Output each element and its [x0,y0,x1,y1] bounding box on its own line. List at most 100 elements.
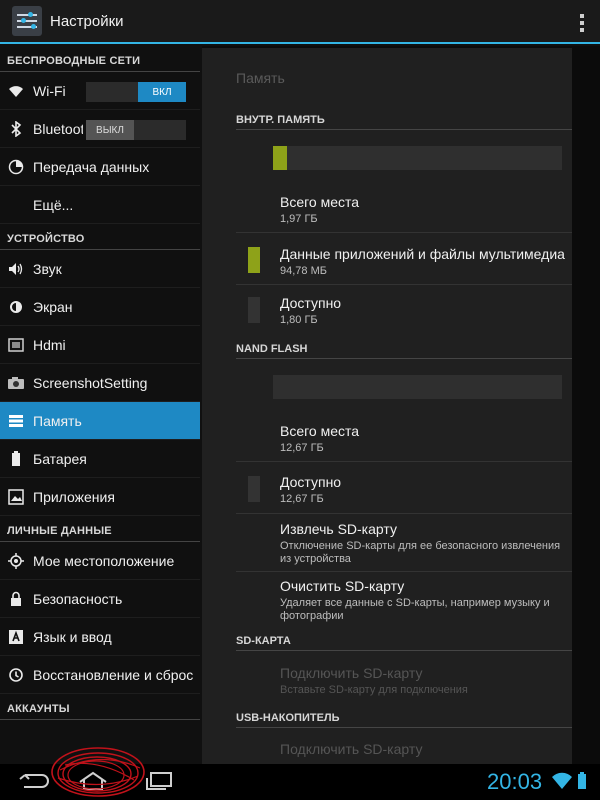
pref-title: Всего места [280,194,360,210]
location-icon [7,552,25,570]
internal-total: Всего места 1,97 ГБ [280,194,570,226]
pref-summary: Удаляет все данные с SD-карты, например … [280,597,550,622]
pref-summary: Вставьте SD-карту для подключения [280,684,468,696]
nand-usage-bar [273,375,562,399]
sidebar-item-label: Память [33,412,82,429]
sidebar-item-label: Батарея [33,450,87,467]
section-sd-card: SD-КАРТА [236,635,572,651]
sidebar-item-label: ScreenshotSetting [33,374,148,391]
panel-title: Память [236,70,285,86]
pref-title: Очистить SD-карту [280,578,405,594]
section-accounts: АККАУНТЫ [0,694,200,720]
sidebar-item-hdmi[interactable]: Hdmi [0,326,200,364]
data-usage-icon [7,158,25,176]
pref-value: 1,97 ГБ [280,213,318,225]
settings-app-icon[interactable] [12,6,42,36]
sidebar-item-label: Wi-Fi [33,82,66,99]
pref-title: Подключить SD-карту [280,665,423,681]
available-color-swatch [248,476,260,502]
toggle-state: ВКЛ [138,82,186,102]
internal-usage-fill [273,146,287,170]
pref-value: 12,67 ГБ [280,442,324,454]
section-internal-storage: ВНУТР. ПАМЯТЬ [236,114,572,130]
toggle-state: ВЫКЛ [86,120,134,140]
overflow-menu-icon[interactable] [580,14,584,32]
home-icon[interactable] [76,770,110,797]
sidebar-item-label: Приложения [33,488,115,505]
storage-icon [7,412,25,430]
sidebar-item-label: Восстановление и сброс [33,666,194,683]
erase-sd-button[interactable]: Очистить SD-карту Удаляет все данные с S… [280,578,570,623]
system-bar: 20:03 [0,764,600,800]
sidebar-item-apps[interactable]: Приложения [0,478,200,516]
pref-summary: Отключение SD-карты для ее безопасного и… [280,540,561,565]
wifi-icon [7,82,25,100]
mount-usb-button[interactable]: Подключить SD-карту [280,741,570,757]
sidebar-item-label: Безопасность [33,590,123,607]
internal-available: Доступно 1,80 ГБ [280,295,570,327]
sidebar-item-label: Hdmi [33,336,66,353]
sidebar-item-location[interactable]: Мое местоположение [0,542,200,580]
section-nand-flash: NAND FLASH [236,343,572,359]
action-bar: Настройки [0,0,600,44]
sidebar-item-sound[interactable]: Звук [0,250,200,288]
backup-icon [7,666,25,684]
pref-title: Подключить SD-карту [280,741,423,757]
battery-icon [7,450,25,468]
bluetooth-toggle[interactable]: ВЫКЛ [86,120,186,140]
pref-value: 1,80 ГБ [280,314,318,326]
pref-value: 12,67 ГБ [280,493,324,505]
sidebar-item-screenshot[interactable]: ScreenshotSetting [0,364,200,402]
settings-sidebar: БЕСПРОВОДНЫЕ СЕТИ Wi-Fi ВКЛ Bluetooth ВЫ… [0,46,200,764]
sidebar-item-backup[interactable]: Восстановление и сброс [0,656,200,694]
sidebar-item-label: Звук [33,260,62,277]
section-personal: ЛИЧНЫЕ ДАННЫЕ [0,516,200,542]
section-wireless: БЕСПРОВОДНЫЕ СЕТИ [0,46,200,72]
sidebar-item-data-usage[interactable]: Передача данных [0,148,200,186]
wifi-toggle[interactable]: ВКЛ [86,82,186,102]
pref-title: Доступно [280,474,342,490]
page-title: Настройки [50,12,124,30]
lock-icon [7,590,25,608]
display-icon [7,298,25,316]
section-device: УСТРОЙСТВО [0,224,200,250]
sidebar-item-security[interactable]: Безопасность [0,580,200,618]
recent-apps-icon[interactable] [142,770,174,797]
pref-title: Извлечь SD-карту [280,521,397,537]
back-icon[interactable] [16,770,50,797]
divider [236,284,572,285]
divider [236,232,572,233]
divider [236,461,572,462]
divider [236,513,572,514]
apps-icon [7,488,25,506]
sidebar-item-storage[interactable]: Память [0,402,200,440]
sidebar-item-bluetooth[interactable]: Bluetooth ВЫКЛ [0,110,200,148]
status-clock[interactable]: 20:03 [487,769,542,795]
nand-available: Доступно 12,67 ГБ [280,474,570,506]
storage-pane: Память ВНУТР. ПАМЯТЬ Всего места 1,97 ГБ… [202,46,600,764]
nand-total: Всего места 12,67 ГБ [280,423,570,455]
sidebar-item-display[interactable]: Экран [0,288,200,326]
sidebar-item-label: Экран [33,298,73,315]
hdmi-icon [7,336,25,354]
sidebar-item-language[interactable]: Язык и ввод [0,618,200,656]
sidebar-item-battery[interactable]: Батарея [0,440,200,478]
pref-title: Доступно [280,295,342,311]
pref-value: 94,78 МБ [280,265,327,277]
camera-icon [7,374,25,392]
sidebar-item-more[interactable]: Ещё... [0,186,200,224]
language-icon [7,628,25,646]
storage-panel: Память ВНУТР. ПАМЯТЬ Всего места 1,97 ГБ… [202,48,572,764]
section-usb-storage: USB-НАКОПИТЕЛЬ [236,712,572,728]
sidebar-item-wifi[interactable]: Wi-Fi ВКЛ [0,72,200,110]
bluetooth-icon [7,120,25,138]
eject-sd-button[interactable]: Извлечь SD-карту Отключение SD-карты для… [280,521,570,566]
divider [236,571,572,572]
mount-sd-button[interactable]: Подключить SD-карту Вставьте SD-карту дл… [280,665,570,697]
sound-icon [7,260,25,278]
internal-apps[interactable]: Данные приложений и файлы мультимедиа 94… [280,246,570,278]
apps-color-swatch [248,247,260,273]
sidebar-item-label: Передача данных [33,158,150,175]
pref-title: Данные приложений и файлы мультимедиа [280,246,565,262]
sidebar-item-label: Мое местоположение [33,552,175,569]
